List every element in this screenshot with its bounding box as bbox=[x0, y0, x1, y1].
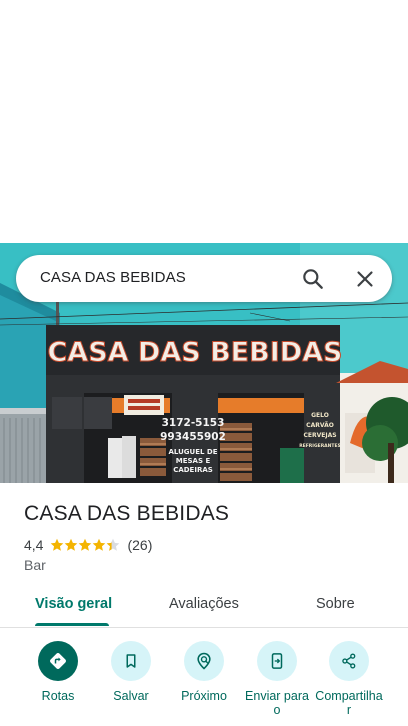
tab-reviews[interactable]: Avaliações bbox=[169, 596, 239, 612]
active-tab-indicator bbox=[35, 623, 109, 626]
close-icon[interactable] bbox=[352, 266, 378, 292]
directions-icon bbox=[38, 641, 78, 681]
review-count[interactable]: (26) bbox=[127, 537, 152, 553]
photo-rental-3: CADEIRAS bbox=[173, 466, 213, 474]
directions-button[interactable]: Rotas bbox=[18, 641, 98, 703]
send-to-phone-icon bbox=[257, 641, 297, 681]
nearby-label: Próximo bbox=[181, 689, 227, 703]
place-category: Bar bbox=[24, 557, 46, 573]
photo-side-4: REFRIGERANTES bbox=[299, 443, 341, 449]
photo-phone-2: 993455902 bbox=[160, 431, 226, 443]
star-icon bbox=[79, 538, 92, 551]
photo-side-3: CERVEJAS bbox=[303, 432, 336, 439]
place-details-page: CASA DAS BEBIDAS 3172-5153 993455902 ALU… bbox=[0, 0, 408, 726]
star-icon bbox=[93, 538, 106, 551]
directions-label: Rotas bbox=[41, 689, 75, 703]
star-half-icon bbox=[107, 538, 120, 551]
rating-row[interactable]: 4,4 (26) bbox=[24, 536, 152, 554]
tab-bar: Visão geral Avaliações Sobre bbox=[0, 588, 408, 628]
rating-value: 4,4 bbox=[24, 537, 44, 553]
search-input[interactable]: CASA DAS BEBIDAS bbox=[40, 269, 186, 286]
place-title: CASA DAS BEBIDAS bbox=[24, 502, 230, 525]
send-to-phone-button[interactable]: Enviar para o bbox=[237, 641, 317, 717]
photo-rental-1: ALUGUEL DE bbox=[168, 448, 217, 456]
star-icon bbox=[51, 538, 64, 551]
send-to-phone-label: Enviar para o bbox=[245, 689, 309, 717]
tabs-divider bbox=[0, 627, 408, 628]
share-icon bbox=[329, 641, 369, 681]
share-label: Compartilhar bbox=[315, 689, 383, 717]
photo-side-1: GELO bbox=[311, 412, 329, 419]
save-label: Salvar bbox=[113, 689, 149, 703]
star-rating bbox=[50, 538, 120, 552]
store-sign-text: CASA DAS BEBIDAS bbox=[47, 337, 342, 368]
nearby-icon bbox=[184, 641, 224, 681]
photo-rental-2: MESAS E bbox=[176, 457, 211, 465]
bookmark-icon bbox=[111, 641, 151, 681]
share-button[interactable]: Compartilhar bbox=[309, 641, 389, 717]
search-icon[interactable] bbox=[300, 266, 326, 292]
nearby-button[interactable]: Próximo bbox=[164, 641, 244, 703]
star-icon bbox=[65, 538, 78, 551]
tab-overview[interactable]: Visão geral bbox=[35, 596, 112, 612]
photo-side-2: CARVÃO bbox=[306, 422, 334, 429]
photo-phone-1: 3172-5153 bbox=[162, 417, 225, 429]
tab-about[interactable]: Sobre bbox=[316, 596, 355, 612]
search-bar[interactable]: CASA DAS BEBIDAS bbox=[16, 255, 392, 302]
save-button[interactable]: Salvar bbox=[91, 641, 171, 703]
